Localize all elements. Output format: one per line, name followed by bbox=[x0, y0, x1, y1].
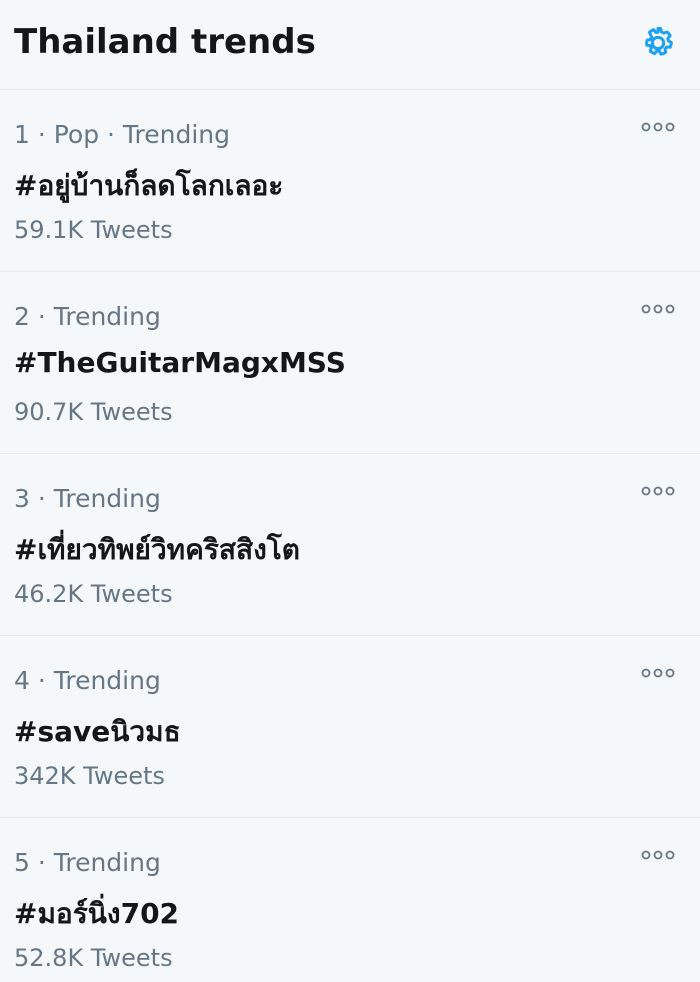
more-options-button[interactable] bbox=[640, 484, 676, 498]
trend-name[interactable]: #เที่ยวทิพย์วิทคริสสิงโต bbox=[14, 528, 300, 572]
more-icon bbox=[641, 304, 675, 314]
page-title: Thailand trends bbox=[14, 22, 316, 62]
more-icon bbox=[641, 850, 675, 860]
trend-meta: 1 · Pop · Trending bbox=[14, 120, 231, 149]
trend-item[interactable]: 5 · Trending #มอร์นิ่ง702 52.8K Tweets bbox=[0, 818, 700, 982]
more-options-button[interactable] bbox=[640, 666, 676, 680]
trend-item[interactable]: 1 · Pop · Trending #อยู่บ้านก็ลดโลกเลอะ … bbox=[0, 90, 700, 272]
more-icon bbox=[641, 486, 675, 496]
gear-icon bbox=[645, 26, 673, 56]
trends-header: Thailand trends bbox=[0, 0, 700, 90]
more-icon bbox=[641, 668, 675, 678]
more-icon bbox=[641, 122, 675, 132]
trend-name[interactable]: #มอร์นิ่ง702 bbox=[14, 892, 179, 936]
trend-name[interactable]: #saveนิวมธ bbox=[14, 710, 181, 754]
trend-meta: 4 · Trending bbox=[14, 666, 161, 695]
trend-meta: 3 · Trending bbox=[14, 484, 161, 513]
trend-tweet-count: 46.2K Tweets bbox=[14, 580, 173, 608]
trend-meta: 5 · Trending bbox=[14, 848, 161, 877]
settings-button[interactable] bbox=[638, 23, 678, 63]
trend-item[interactable]: 2 · Trending #TheGuitarMagxMSS 90.7K Twe… bbox=[0, 272, 700, 454]
more-options-button[interactable] bbox=[640, 120, 676, 134]
trend-tweet-count: 342K Tweets bbox=[14, 762, 165, 790]
trend-name[interactable]: #อยู่บ้านก็ลดโลกเลอะ bbox=[14, 164, 283, 208]
trend-meta: 2 · Trending bbox=[14, 302, 161, 331]
trend-name[interactable]: #TheGuitarMagxMSS bbox=[14, 346, 346, 379]
trend-tweet-count: 59.1K Tweets bbox=[14, 216, 173, 244]
more-options-button[interactable] bbox=[640, 302, 676, 316]
trends-panel: Thailand trends 1 · Pop · Trending #อยู่… bbox=[0, 0, 700, 982]
more-options-button[interactable] bbox=[640, 848, 676, 862]
trend-item[interactable]: 3 · Trending #เที่ยวทิพย์วิทคริสสิงโต 46… bbox=[0, 454, 700, 636]
trend-item[interactable]: 4 · Trending #saveนิวมธ 342K Tweets bbox=[0, 636, 700, 818]
trend-tweet-count: 90.7K Tweets bbox=[14, 398, 173, 426]
trend-tweet-count: 52.8K Tweets bbox=[14, 944, 173, 972]
